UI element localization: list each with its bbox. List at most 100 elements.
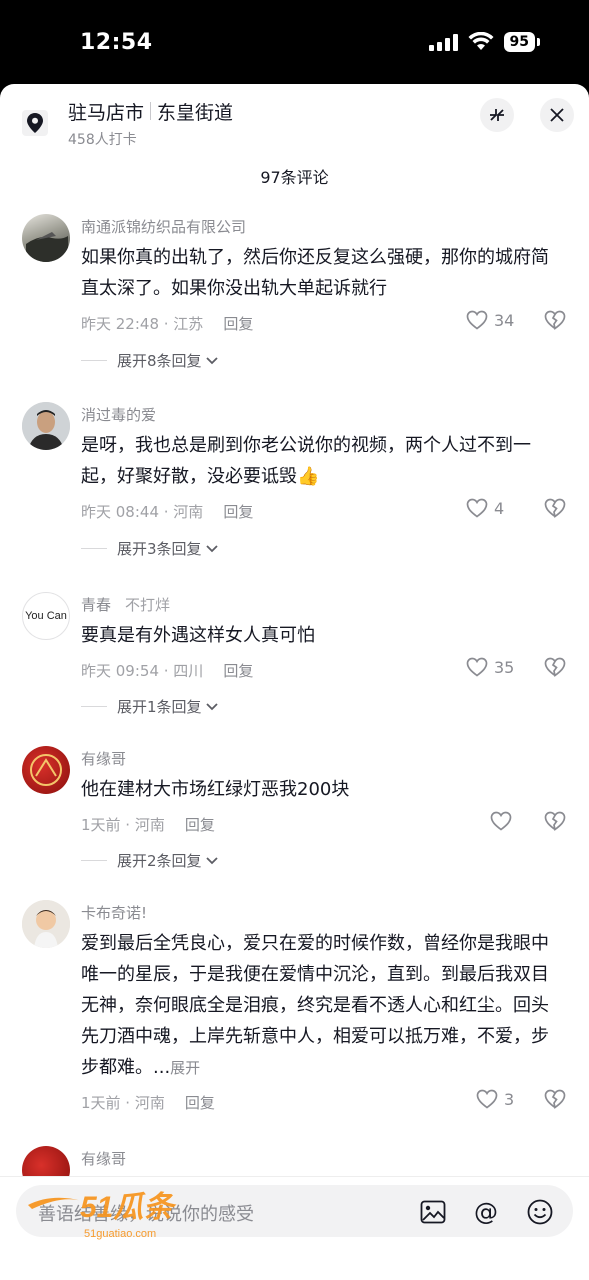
expand-replies-label: 展开1条回复 — [117, 698, 202, 716]
comment-text[interactable]: 他在建材大市场红绿灯恶我200块 — [81, 774, 561, 805]
cellular-signal-icon — [428, 33, 458, 51]
divider — [81, 860, 107, 861]
heart-icon — [466, 498, 488, 518]
location-city: 驻马店市 — [68, 101, 145, 124]
wifi-icon — [468, 32, 494, 50]
reply-button[interactable]: 回复 — [223, 315, 253, 333]
comment-author-tag: 不打烊 — [125, 596, 171, 614]
heart-icon — [466, 310, 488, 330]
comment-text[interactable]: 要真是有外遇这样女人真可怕 — [81, 620, 561, 651]
avatar[interactable]: You Can — [22, 592, 70, 640]
like-button[interactable]: 34 — [466, 310, 514, 330]
expand-replies[interactable]: 展开2条回复 — [81, 850, 219, 871]
close-icon — [550, 108, 564, 122]
like-count: 35 — [494, 657, 515, 677]
comment-count: 97条评论 — [260, 168, 329, 187]
comment-author[interactable]: 南通派锦纺织品有限公司 — [81, 216, 246, 237]
divider — [81, 548, 107, 549]
comment-author[interactable]: 卡布奇诺! — [81, 902, 147, 923]
location-title: 驻马店市 东皇街道 — [68, 98, 233, 125]
comment-composer: 善语结善缘，说说你的感受 @ 51瓜条 51guatiao.com — [0, 1176, 589, 1280]
close-button[interactable] — [540, 98, 574, 132]
comment-author[interactable]: 有缘哥 — [81, 748, 126, 769]
broken-heart-icon — [544, 657, 566, 677]
dislike-button[interactable] — [544, 811, 566, 835]
dislike-button[interactable] — [544, 310, 566, 334]
chevron-down-icon — [205, 356, 218, 364]
comment-time-location: 1天前 · 河南 — [81, 816, 165, 834]
collapse-icon — [490, 109, 504, 121]
expand-replies[interactable]: 展开3条回复 — [81, 538, 219, 559]
status-time: 12:54 — [80, 30, 153, 55]
status-bar: 12:54 95 — [0, 0, 589, 84]
comment-author[interactable]: 青春 不打烊 — [81, 594, 170, 615]
comment-meta: 昨天 08:44 · 河南 回复 — [81, 501, 253, 522]
like-button[interactable]: 4 — [466, 498, 504, 518]
like-button[interactable]: 35 — [466, 657, 514, 677]
comment-author[interactable]: 有缘哥 — [81, 1148, 126, 1169]
status-icons: 95 — [428, 32, 541, 52]
comment-author-name: 青春 — [81, 596, 112, 614]
avatar-text: You Can — [25, 610, 67, 622]
chevron-down-icon — [205, 544, 218, 552]
heart-icon — [476, 1089, 498, 1109]
like-count: 34 — [494, 310, 515, 330]
emoji-icon — [527, 1199, 553, 1225]
chevron-down-icon — [205, 702, 218, 710]
broken-heart-icon — [544, 310, 566, 330]
avatar[interactable] — [22, 214, 70, 262]
comment-meta: 昨天 09:54 · 四川 回复 — [81, 660, 253, 681]
comment-text-body: 爱到最后全凭良心，爱只在爱的时候作数，曾经你是我眼中唯一的星辰，于是我便在爱情中… — [81, 933, 549, 1078]
expand-replies[interactable]: 展开1条回复 — [81, 696, 219, 717]
expand-replies[interactable]: 展开8条回复 — [81, 350, 219, 371]
image-icon — [420, 1200, 446, 1224]
avatar[interactable] — [22, 746, 70, 794]
divider — [150, 102, 152, 120]
comment-time-location: 昨天 08:44 · 河南 — [81, 503, 204, 521]
at-icon: @ — [474, 1198, 498, 1226]
comment-text[interactable]: 爱到最后全凭良心，爱只在爱的时候作数，曾经你是我眼中唯一的星辰，于是我便在爱情中… — [81, 928, 561, 1084]
comment-meta: 1天前 · 河南 回复 — [81, 1092, 215, 1113]
comments-sheet: 驻马店市 东皇街道 458人打卡 97条评论 南通派锦纺织品有限公司 如果你真的… — [0, 84, 589, 1280]
watermark-url: 51guatiao.com — [84, 1228, 156, 1240]
reply-button[interactable]: 回复 — [185, 1094, 215, 1112]
broken-heart-icon — [544, 1089, 566, 1109]
emoji-button[interactable] — [526, 1198, 554, 1226]
divider — [81, 360, 107, 361]
collapse-button[interactable] — [480, 98, 514, 132]
comment-time-location: 昨天 22:48 · 江苏 — [81, 315, 204, 333]
watermark-logo: 51瓜条 51guatiao.com — [22, 1183, 202, 1243]
expand-replies-label: 展开3条回复 — [117, 540, 202, 558]
broken-heart-icon — [544, 811, 566, 831]
avatar[interactable] — [22, 900, 70, 948]
comment-text[interactable]: 是呀，我也总是刷到你老公说你的视频，两个人过不到一起，好聚好散，没必要诋毁👍 — [81, 430, 561, 492]
location-street: 东皇街道 — [157, 101, 234, 124]
avatar[interactable] — [22, 402, 70, 450]
reply-button[interactable]: 回复 — [223, 662, 253, 680]
dislike-button[interactable] — [544, 498, 566, 522]
expand-replies-label: 展开2条回复 — [117, 852, 202, 870]
broken-heart-icon — [544, 498, 566, 518]
comment-meta: 昨天 22:48 · 江苏 回复 — [81, 313, 253, 334]
show-more-link[interactable]: 展开 — [170, 1059, 200, 1077]
chevron-down-icon — [205, 856, 218, 864]
comment-author[interactable]: 消过毒的爱 — [81, 404, 156, 425]
battery-indicator: 95 — [503, 32, 541, 52]
reply-button[interactable]: 回复 — [185, 816, 215, 834]
dislike-button[interactable] — [544, 657, 566, 681]
like-button[interactable] — [490, 811, 518, 831]
mention-button[interactable]: @ — [472, 1198, 500, 1226]
like-count: 3 — [504, 1089, 515, 1109]
image-button[interactable] — [419, 1198, 447, 1226]
reply-button[interactable]: 回复 — [223, 503, 253, 521]
comment-text[interactable]: 如果你真的出轨了，然后你还反复这么强硬，那你的城府简直太深了。如果你没出轨大单起… — [81, 242, 561, 304]
location-pin-icon — [22, 110, 48, 136]
divider — [81, 706, 107, 707]
dislike-button[interactable] — [544, 1089, 566, 1113]
heart-icon — [466, 657, 488, 677]
comment-time-location: 昨天 09:54 · 四川 — [81, 662, 204, 680]
checkin-count: 458人打卡 — [68, 131, 137, 148]
watermark-text: 51瓜条 — [80, 1191, 177, 1224]
location-header[interactable]: 驻马店市 东皇街道 458人打卡 — [22, 98, 233, 148]
like-button[interactable]: 3 — [476, 1089, 514, 1109]
